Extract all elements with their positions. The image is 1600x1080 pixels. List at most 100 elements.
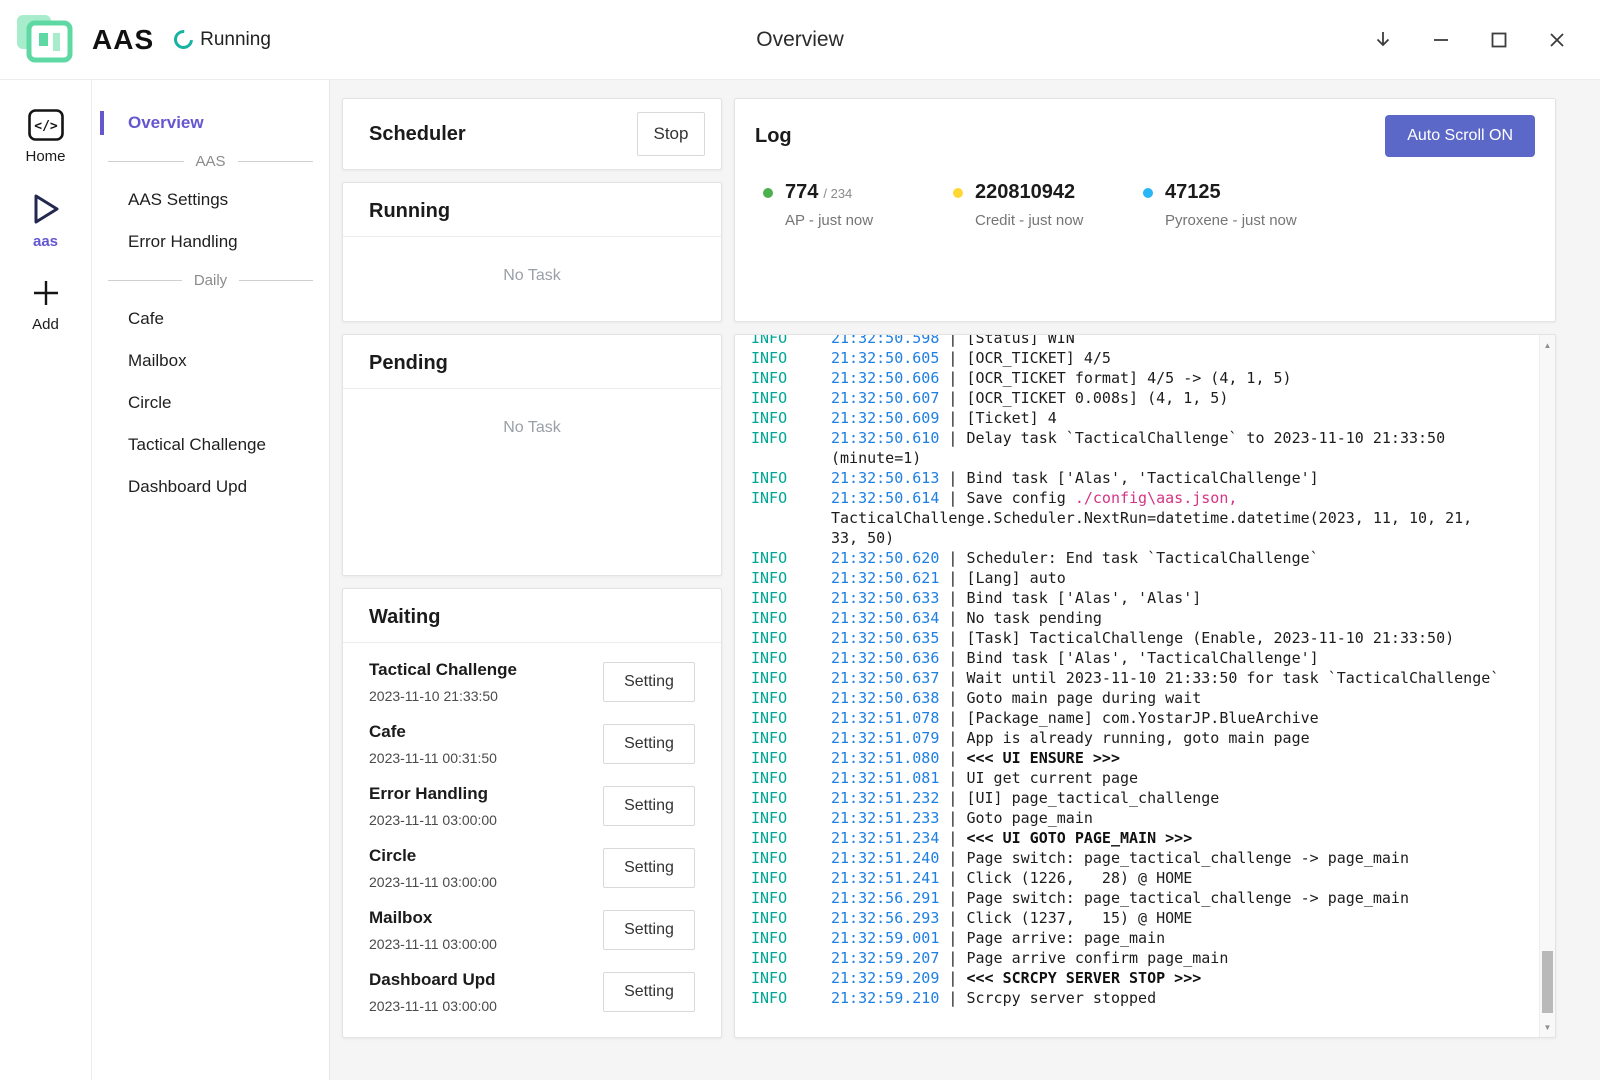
- dashboard-stats: 774/ 234AP - just now220810942Credit - j…: [755, 181, 1535, 229]
- log-row: INFO21:32:50.613 | Bind task ['Alas', 'T…: [751, 468, 1503, 488]
- stop-button[interactable]: Stop: [637, 112, 705, 156]
- log-timestamp: 21:32:50.605: [831, 349, 939, 367]
- task-next-run-time: 2023-11-11 03:00:00: [369, 936, 497, 952]
- nav-menu: OverviewAASAAS SettingsError Handling Dai…: [92, 80, 330, 1080]
- log-level: INFO: [751, 948, 831, 968]
- log-level: INFO: [751, 388, 831, 408]
- sidebar-item-tactical-challenge[interactable]: Tactical Challenge: [92, 424, 329, 466]
- scroll-up-icon[interactable]: ▲: [1540, 337, 1555, 353]
- sidebar-item-cafe[interactable]: Cafe: [92, 298, 329, 340]
- stat-suffix: / 234: [823, 186, 852, 201]
- log-scrollbar[interactable]: ▲ ▼: [1539, 335, 1555, 1037]
- setting-button-dashboard-upd[interactable]: Setting: [603, 972, 695, 1012]
- log-timestamp: 21:32:50.634: [831, 609, 939, 627]
- log-row: INFO21:32:56.293 | Click (1237, 15) @ HO…: [751, 908, 1503, 928]
- setting-button-error-handling[interactable]: Setting: [603, 786, 695, 826]
- log-column: Log Auto Scroll ON 774/ 234AP - just now…: [734, 98, 1556, 1038]
- scheduler-column: Scheduler Stop Running No Task Pending N…: [342, 98, 722, 1038]
- task-next-run-time: 2023-11-11 03:00:00: [369, 874, 497, 890]
- log-level: INFO: [751, 888, 831, 908]
- app-logo-icon: [14, 12, 74, 68]
- task-name: Dashboard Upd: [369, 970, 497, 990]
- log-level: INFO: [751, 548, 831, 568]
- maximize-button[interactable]: [1486, 27, 1512, 53]
- log-row: INFO21:32:59.210 | Scrcpy server stopped: [751, 988, 1503, 1008]
- log-message: 21:32:50.610 | Delay task `TacticalChall…: [831, 428, 1503, 468]
- task-name: Circle: [369, 846, 497, 866]
- log-timestamp: 21:32:50.613: [831, 469, 939, 487]
- log-message: 21:32:59.209 | <<< SCRCPY SERVER STOP >>…: [831, 968, 1503, 988]
- close-button[interactable]: [1544, 27, 1570, 53]
- waiting-card: Waiting Tactical Challenge2023-11-10 21:…: [342, 588, 722, 1038]
- log-level: INFO: [751, 568, 831, 588]
- log-message: 21:32:50.638 | Goto main page during wai…: [831, 688, 1503, 708]
- minimize-button[interactable]: [1428, 27, 1454, 53]
- log-row: INFO21:32:59.001 | Page arrive: page_mai…: [751, 928, 1503, 948]
- log-timestamp: 21:32:50.609: [831, 409, 939, 427]
- nav-group-label: Daily: [194, 272, 227, 289]
- task-info: Mailbox2023-11-11 03:00:00: [369, 908, 497, 952]
- log-message: 21:32:51.234 | <<< UI GOTO PAGE_MAIN >>>: [831, 828, 1503, 848]
- app-body: </> Home aas Add OverviewAASAAS Settings…: [0, 80, 1600, 1080]
- scrollbar-thumb[interactable]: [1542, 951, 1553, 1013]
- setting-button-mailbox[interactable]: Setting: [603, 910, 695, 950]
- log-message: 21:32:51.081 | UI get current page: [831, 768, 1503, 788]
- log-row: INFO21:32:50.614 | Save config ./config\…: [751, 488, 1503, 548]
- log-timestamp: 21:32:51.241: [831, 869, 939, 887]
- scroll-down-icon[interactable]: ▼: [1540, 1019, 1555, 1035]
- log-message: 21:32:59.207 | Page arrive confirm page_…: [831, 948, 1503, 968]
- log-timestamp: 21:32:59.001: [831, 929, 939, 947]
- log-level: INFO: [751, 848, 831, 868]
- log-message: 21:32:50.614 | Save config ./config\aas.…: [831, 488, 1503, 548]
- rail-add-button[interactable]: Add: [0, 264, 91, 347]
- update-download-icon[interactable]: [1370, 27, 1396, 53]
- stat-value: 47125: [1165, 181, 1221, 203]
- sidebar-item-aas-settings[interactable]: AAS Settings: [92, 179, 329, 221]
- setting-button-tactical-challenge[interactable]: Setting: [603, 662, 695, 702]
- log-timestamp: 21:32:50.610: [831, 429, 939, 447]
- log-message: 21:32:51.233 | Goto page_main: [831, 808, 1503, 828]
- log-level: INFO: [751, 628, 831, 648]
- nav-group-divider-aas: AAS: [92, 144, 329, 179]
- sidebar-item-error-handling[interactable]: Error Handling: [92, 221, 329, 263]
- sidebar-item-mailbox[interactable]: Mailbox: [92, 340, 329, 382]
- log-level: INFO: [751, 988, 831, 1008]
- log-row: INFO21:32:51.080 | <<< UI ENSURE >>>: [751, 748, 1503, 768]
- log-level: INFO: [751, 668, 831, 688]
- home-code-icon: </>: [28, 109, 64, 141]
- log-timestamp: 21:32:51.080: [831, 749, 939, 767]
- log-row: INFO21:32:50.620 | Scheduler: End task `…: [751, 548, 1503, 568]
- log-message: 21:32:51.240 | Page switch: page_tactica…: [831, 848, 1503, 868]
- log-header: Log Auto Scroll ON: [755, 115, 1535, 157]
- log-timestamp: 21:32:50.637: [831, 669, 939, 687]
- setting-button-cafe[interactable]: Setting: [603, 724, 695, 764]
- auto-scroll-button[interactable]: Auto Scroll ON: [1385, 115, 1535, 157]
- log-timestamp: 21:32:56.291: [831, 889, 939, 907]
- log-timestamp: 21:32:51.240: [831, 849, 939, 867]
- svg-text:</>: </>: [34, 119, 58, 134]
- log-row: INFO21:32:50.598 | [Status] WIN: [751, 334, 1503, 348]
- log-level: INFO: [751, 608, 831, 628]
- log-timestamp: 21:32:50.638: [831, 689, 939, 707]
- log-level: INFO: [751, 468, 831, 488]
- task-info: Error Handling2023-11-11 03:00:00: [369, 784, 497, 828]
- log-title: Log: [755, 125, 792, 148]
- rail-home-label: Home: [25, 148, 65, 165]
- sidebar-item-overview[interactable]: Overview: [92, 102, 329, 144]
- log-level: INFO: [751, 768, 831, 788]
- log-message: 21:32:51.241 | Click (1226, 28) @ HOME: [831, 868, 1503, 888]
- running-card: Running No Task: [342, 182, 722, 322]
- rail-home-button[interactable]: </> Home: [0, 96, 91, 179]
- log-timestamp: 21:32:51.081: [831, 769, 939, 787]
- setting-button-circle[interactable]: Setting: [603, 848, 695, 888]
- log-row: INFO21:32:50.606 | [OCR_TICKET format] 4…: [751, 368, 1503, 388]
- log-level: INFO: [751, 968, 831, 988]
- rail-aas-button[interactable]: aas: [0, 179, 91, 264]
- log-row: INFO21:32:50.635 | [Task] TacticalChalle…: [751, 628, 1503, 648]
- waiting-task-row-tactical-challenge: Tactical Challenge2023-11-10 21:33:50Set…: [343, 651, 721, 713]
- sidebar-item-circle[interactable]: Circle: [92, 382, 329, 424]
- rail-aas-label: aas: [33, 233, 58, 250]
- log-lines: INFO21:32:50.598 | [Status] WININFO21:32…: [735, 334, 1539, 1037]
- log-level: INFO: [751, 928, 831, 948]
- sidebar-item-dashboard-upd[interactable]: Dashboard Upd: [92, 466, 329, 508]
